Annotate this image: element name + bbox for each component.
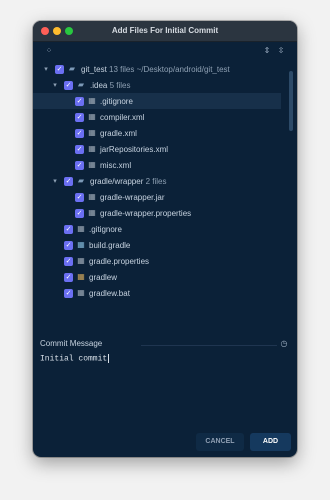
- commit-message-text: Initial commit: [40, 354, 108, 364]
- shell-script-icon: ▦: [77, 272, 85, 281]
- file-icon: ▦: [88, 96, 96, 105]
- row-meta: 13 files ~/Desktop/android/git_test: [109, 64, 230, 74]
- checkbox[interactable]: ✓: [64, 240, 73, 250]
- file-icon: ▦: [77, 288, 85, 297]
- row-label: gradle-wrapper.jar: [100, 192, 165, 202]
- checkbox[interactable]: ✓: [64, 224, 73, 234]
- row-label: .idea: [90, 80, 108, 90]
- group-by-icon[interactable]: ⁘: [44, 46, 54, 56]
- row-meta: 2 files: [145, 176, 167, 186]
- tree-toolbar: ⁘ ⇕ ⇳: [33, 42, 297, 60]
- folder-icon: ▰: [68, 64, 76, 73]
- row-label: gradle-wrapper.properties: [100, 208, 192, 218]
- tree-row[interactable]: ▾ ✓ ▰ git_test 13 files ~/Desktop/androi…: [33, 61, 281, 77]
- add-files-dialog: Add Files For Initial Commit ⁘ ⇕ ⇳ ▾ ✓ ▰…: [33, 21, 297, 457]
- row-label: gradlew: [89, 272, 118, 282]
- row-label: .gitignore: [100, 96, 133, 106]
- chevron-down-icon[interactable]: ▾: [51, 81, 59, 89]
- dialog-title: Add Files For Initial Commit: [111, 26, 219, 35]
- row-meta: 5 files: [109, 80, 131, 90]
- row-label: gradle.xml: [100, 128, 137, 138]
- scrollbar-thumb[interactable]: [289, 71, 293, 131]
- file-icon: ▦: [88, 112, 96, 121]
- tree-row[interactable]: ✓ ▦ gradle.xml: [33, 125, 281, 141]
- tree-row[interactable]: ✓ ▦ gradle.properties: [33, 253, 281, 269]
- checkbox[interactable]: ✓: [75, 192, 84, 202]
- commit-message-label: Commit Message: [40, 339, 103, 348]
- tree-row[interactable]: ✓ ▦ gradlew: [33, 269, 281, 285]
- checkbox[interactable]: ✓: [75, 128, 84, 138]
- tree-row[interactable]: ✓ ▦ gradle-wrapper.properties: [33, 205, 281, 221]
- folder-icon: ▰: [77, 176, 85, 185]
- row-label: gradle.properties: [89, 256, 150, 266]
- title-bar: Add Files For Initial Commit: [33, 21, 297, 42]
- tree-row[interactable]: ✓ ▦ gradle-wrapper.jar: [33, 189, 281, 205]
- row-label: compiler.xml: [100, 112, 145, 122]
- gradle-file-icon: ▦: [77, 240, 85, 249]
- checkbox[interactable]: ✓: [75, 112, 84, 122]
- row-label: .gitignore: [89, 224, 122, 234]
- text-caret: [108, 354, 110, 363]
- history-clock-icon[interactable]: ◷: [279, 339, 289, 349]
- checkbox[interactable]: ✓: [64, 256, 73, 266]
- file-icon: ▦: [77, 224, 85, 233]
- chevron-down-icon[interactable]: ▾: [42, 65, 50, 73]
- row-label: jarRepositories.xml: [100, 144, 169, 154]
- file-icon: ▦: [88, 128, 96, 137]
- commit-message-header: Commit Message ◷: [33, 339, 297, 351]
- row-label: misc.xml: [100, 160, 132, 170]
- checkbox[interactable]: ✓: [64, 176, 73, 186]
- checkbox[interactable]: ✓: [75, 208, 84, 218]
- tree-row[interactable]: ✓ ▦ build.gradle: [33, 237, 281, 253]
- tree-scrollbar[interactable]: [289, 65, 293, 333]
- file-icon: ▦: [88, 192, 96, 201]
- checkbox[interactable]: ✓: [75, 144, 84, 154]
- tree-row[interactable]: ✓ ▦ misc.xml: [33, 157, 281, 173]
- add-button[interactable]: ADD: [250, 433, 291, 451]
- file-icon: ▦: [88, 144, 96, 153]
- expand-all-icon[interactable]: ⇕: [262, 46, 272, 56]
- checkbox[interactable]: ✓: [75, 160, 84, 170]
- row-label: git_test: [81, 64, 107, 74]
- tree-row[interactable]: ✓ ▦ jarRepositories.xml: [33, 141, 281, 157]
- divider: [141, 345, 277, 346]
- cancel-button[interactable]: CANCEL: [196, 433, 244, 451]
- row-label: gradle/wrapper: [90, 176, 144, 186]
- row-label: gradlew.bat: [89, 288, 130, 298]
- tree-row[interactable]: ✓ ▦ .gitignore: [33, 221, 281, 237]
- tree-row[interactable]: ▾ ✓ ▰ .idea 5 files: [33, 77, 281, 93]
- checkbox[interactable]: ✓: [64, 272, 73, 282]
- checkbox[interactable]: ✓: [55, 64, 64, 74]
- tree-row[interactable]: ✓ ▦ gradlew.bat: [33, 285, 281, 301]
- changed-files-tree: ▾ ✓ ▰ git_test 13 files ~/Desktop/androi…: [33, 61, 291, 333]
- tree-row[interactable]: ✓ ▦ .gitignore: [33, 93, 281, 109]
- tree-row[interactable]: ▾ ✓ ▰ gradle/wrapper 2 files: [33, 173, 281, 189]
- checkbox[interactable]: ✓: [64, 288, 73, 298]
- file-icon: ▦: [77, 256, 85, 265]
- tree-row[interactable]: ✓ ▦ compiler.xml: [33, 109, 281, 125]
- folder-icon: ▰: [77, 80, 85, 89]
- checkbox[interactable]: ✓: [75, 96, 84, 106]
- file-icon: ▦: [88, 160, 96, 169]
- checkbox[interactable]: ✓: [64, 80, 73, 90]
- chevron-down-icon[interactable]: ▾: [51, 177, 59, 185]
- file-icon: ▦: [88, 208, 96, 217]
- row-label: build.gradle: [89, 240, 131, 250]
- collapse-all-icon[interactable]: ⇳: [276, 46, 286, 56]
